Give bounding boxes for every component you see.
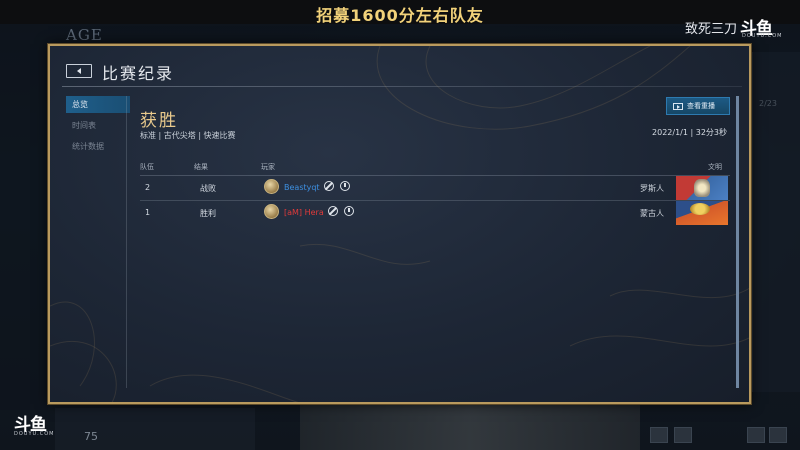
match-mode-info: 标准 | 古代尖塔 | 快速比赛	[140, 131, 236, 140]
match-result-title: 获胜	[140, 111, 178, 131]
report-icon[interactable]	[344, 206, 354, 216]
player-name[interactable]: [aM] Hera	[284, 208, 324, 217]
table-header: 队伍 结果 玩家 文明	[140, 162, 730, 174]
hud-button[interactable]	[674, 427, 692, 443]
game-screen: 2/23 75 招募1600分左右队友 AGE 致死三刀 斗鱼 DOUYU.CO…	[0, 0, 800, 450]
replay-button-label: 查看重播	[687, 102, 715, 110]
stream-banner-text: 招募1600分左右队友	[316, 6, 484, 25]
player-emblem-icon	[264, 204, 279, 219]
result-cell: 战败	[200, 184, 216, 193]
match-date-duration: 2022/1/1 | 32分3秒	[652, 128, 727, 137]
background-left-panel	[0, 40, 48, 410]
hud-button[interactable]	[769, 427, 787, 443]
civilization-name: 罗斯人	[640, 184, 664, 193]
replay-icon	[673, 102, 683, 110]
map-contour-decoration	[50, 46, 749, 402]
game-logo-text: AGE	[66, 26, 103, 44]
douyu-logo-sub: DOUYU.COM	[742, 33, 783, 39]
header-result: 结果	[194, 163, 208, 171]
civilization-flag	[676, 201, 728, 225]
streamer-name: 致死三刀	[685, 22, 738, 37]
header-civilization: 文明	[708, 163, 722, 171]
table-row[interactable]: 2 战败 Beastyqt 罗斯人	[140, 176, 730, 200]
player-name[interactable]: Beastyqt	[284, 183, 320, 192]
player-emblem-icon	[264, 179, 279, 194]
hud-button[interactable]	[747, 427, 765, 443]
back-arrow-icon	[77, 68, 81, 74]
block-icon[interactable]	[324, 181, 334, 191]
team-number: 1	[145, 208, 151, 217]
douyu-logo-bottom-sub: DOUYU.COM	[14, 431, 55, 437]
hud-button[interactable]	[650, 427, 668, 443]
back-button[interactable]	[66, 64, 92, 78]
background-hud-number: 75	[84, 430, 98, 443]
block-icon[interactable]	[328, 206, 338, 216]
background-counter: 2/23	[759, 99, 777, 108]
view-replay-button[interactable]: 查看重播	[666, 97, 730, 115]
header-team: 队伍	[140, 163, 154, 171]
table-row[interactable]: 1 胜利 [aM] Hera 蒙古人	[140, 201, 730, 225]
team-number: 2	[145, 183, 151, 192]
result-cell: 胜利	[200, 209, 216, 218]
background-hud-panel	[55, 408, 255, 450]
report-icon[interactable]	[340, 181, 350, 191]
sidebar-divider	[126, 96, 127, 388]
scrollbar[interactable]	[736, 96, 739, 388]
scrollbar-thumb[interactable]	[736, 96, 739, 388]
sidebar: 总览 时间表 统计数据	[66, 96, 130, 159]
header-player: 玩家	[261, 163, 275, 171]
sidebar-item-overview[interactable]: 总览	[66, 96, 130, 113]
civilization-flag	[676, 176, 728, 200]
sidebar-item-statistics[interactable]: 统计数据	[66, 138, 130, 155]
dialog-title: 比赛纪录	[102, 64, 175, 83]
title-divider	[62, 86, 742, 87]
civilization-name: 蒙古人	[640, 209, 664, 218]
background-minimap	[300, 405, 640, 450]
match-record-dialog: 比赛纪录 总览 时间表 统计数据 获胜 标准 | 古代尖塔 | 快速比赛 查看重…	[48, 44, 751, 404]
sidebar-item-timeline[interactable]: 时间表	[66, 117, 130, 134]
background-right-panel: 2/23	[752, 52, 800, 392]
stream-top-banner: 招募1600分左右队友	[0, 0, 800, 25]
